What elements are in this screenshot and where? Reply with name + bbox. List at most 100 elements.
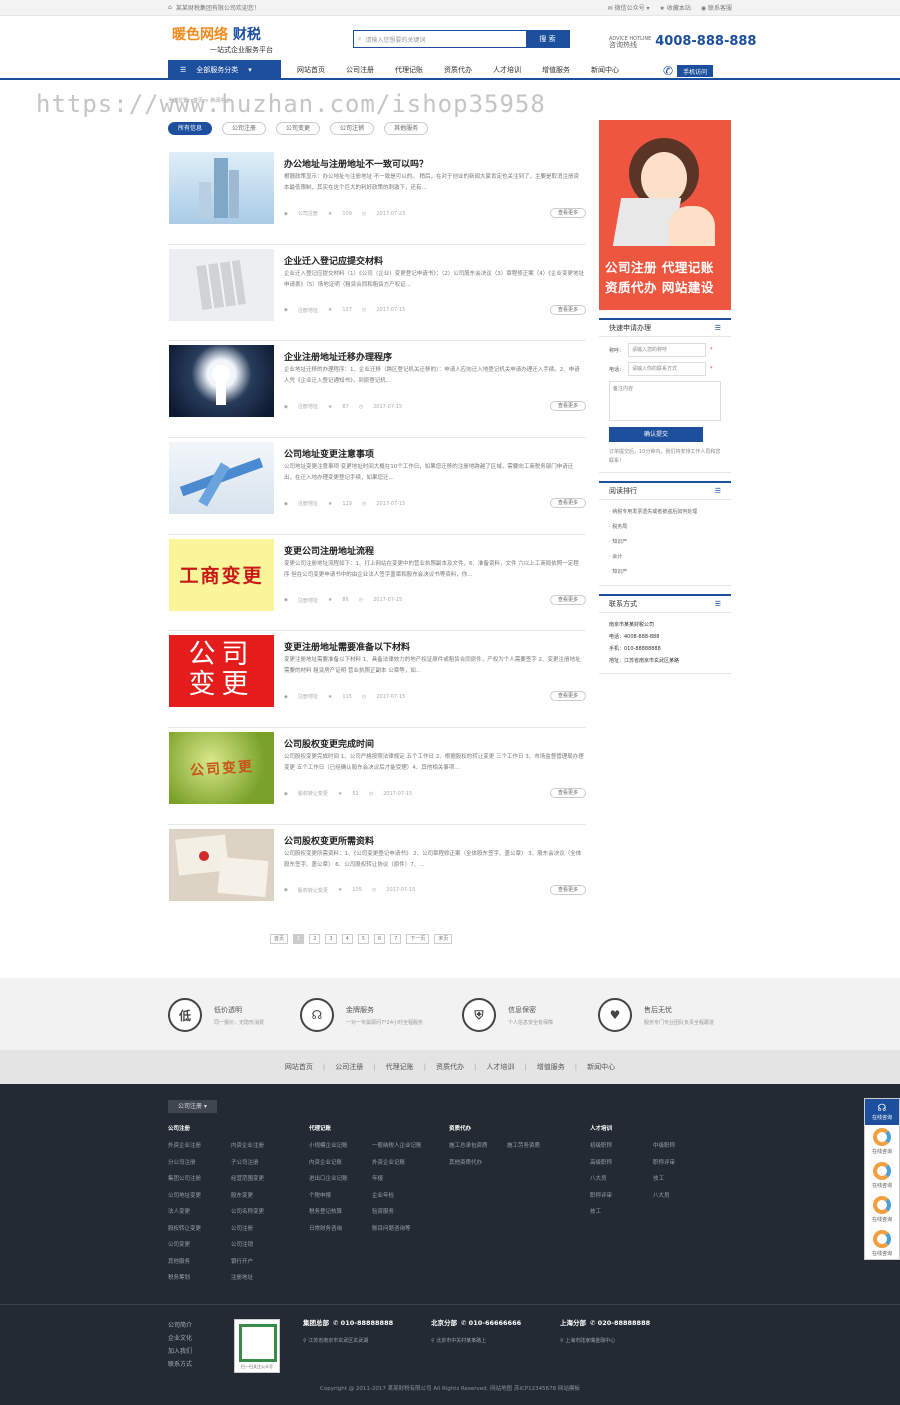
- footer-link[interactable]: 子公司注册: [231, 1155, 294, 1172]
- mobile-access[interactable]: ✆ 手机访问: [663, 64, 714, 78]
- note-textarea[interactable]: 备注内容: [609, 381, 721, 421]
- phone-input[interactable]: 请输入你的联系方式: [628, 362, 707, 376]
- nav-item-training[interactable]: 人才培训: [493, 65, 521, 75]
- service-banner[interactable]: 公司注册 代理记账 资质代办 网站建设: [599, 120, 731, 310]
- more-button[interactable]: 查看更多: [549, 304, 586, 315]
- nav-item-news[interactable]: 新闻中心: [591, 65, 619, 75]
- nav-item-home[interactable]: 网站首页: [297, 65, 325, 75]
- wechat-link[interactable]: ✉ 微信公众号 ▾: [608, 3, 650, 12]
- footer-link[interactable]: 税务登记核算: [309, 1204, 372, 1221]
- page-1[interactable]: 1: [293, 934, 305, 944]
- more-button[interactable]: 查看更多: [549, 498, 586, 509]
- filter-all[interactable]: 所有信息: [168, 122, 213, 135]
- footer-nav-item[interactable]: 增值服务: [537, 1062, 565, 1072]
- footer-link[interactable]: 公司名称变更: [231, 1204, 294, 1221]
- footer-nav-item[interactable]: 网站首页: [285, 1062, 313, 1072]
- search-button[interactable]: 搜 索: [526, 31, 569, 47]
- footer-about-link[interactable]: 公司简介: [168, 1319, 192, 1332]
- footer-link[interactable]: 一般纳税人企业记账: [372, 1138, 435, 1155]
- footer-nav-item[interactable]: 资质代办: [436, 1062, 464, 1072]
- search-input[interactable]: ⌕ 请输入您想要的关键词: [354, 31, 526, 47]
- footer-link[interactable]: 公司变更: [168, 1237, 231, 1254]
- page-2[interactable]: 2: [309, 934, 321, 944]
- footer-link[interactable]: 八大员: [590, 1171, 653, 1188]
- footer-join-link[interactable]: 加入我们: [168, 1345, 192, 1358]
- article-title[interactable]: 企业注册地址迁移办理程序: [284, 350, 392, 363]
- page-7[interactable]: 7: [390, 934, 402, 944]
- filter-register[interactable]: 公司注册: [222, 122, 267, 135]
- footer-link[interactable]: 股东变更: [231, 1188, 294, 1205]
- footer-link[interactable]: 企业年检: [372, 1188, 435, 1205]
- submit-button[interactable]: 确认提交: [609, 427, 703, 442]
- footer-link[interactable]: 技工: [590, 1204, 653, 1221]
- article-thumbnail[interactable]: 工商变更: [169, 538, 274, 611]
- page-next[interactable]: 下一页: [406, 934, 430, 944]
- footer-link[interactable]: 小规模企业记账: [309, 1138, 372, 1155]
- footer-contact-link[interactable]: 联系方式: [168, 1358, 192, 1371]
- more-button[interactable]: 查看更多: [549, 401, 586, 412]
- more-button[interactable]: 查看更多: [549, 594, 586, 605]
- footer-link[interactable]: 八大员: [653, 1188, 716, 1205]
- page-5[interactable]: 5: [357, 934, 369, 944]
- footer-link[interactable]: 个税申报: [309, 1188, 372, 1205]
- filter-cancel[interactable]: 公司注销: [330, 122, 375, 135]
- rank-item[interactable]: · 知识产: [609, 535, 721, 550]
- footer-link[interactable]: 注册地址: [231, 1270, 294, 1287]
- footer-link[interactable]: 分公司注册: [168, 1155, 231, 1172]
- rank-item[interactable]: · 纳税专用发票遗失或者被盗后如何处理: [609, 505, 721, 520]
- footer-link[interactable]: 外资企业记账: [372, 1155, 435, 1172]
- footer-link[interactable]: 技工: [653, 1171, 716, 1188]
- float-qq-1[interactable]: 在线咨询: [865, 1125, 899, 1159]
- article-thumbnail[interactable]: 公司变更: [169, 635, 274, 708]
- footer-link[interactable]: 其他服务: [168, 1254, 231, 1271]
- footer-link[interactable]: 其他资质代办: [449, 1155, 507, 1172]
- float-qq-4[interactable]: 在线咨询: [865, 1227, 899, 1261]
- footer-link[interactable]: 税务筹划: [168, 1270, 231, 1287]
- more-button[interactable]: 查看更多: [549, 884, 586, 895]
- footer-nav-item[interactable]: 公司注册: [335, 1062, 363, 1072]
- article-thumbnail[interactable]: [169, 442, 274, 515]
- page-first[interactable]: 首页: [270, 934, 289, 944]
- footer-link[interactable]: 日常财务咨询: [309, 1221, 372, 1238]
- logo[interactable]: 暖色网络 财税 一站式企业服务平台: [172, 24, 292, 56]
- footer-link[interactable]: 外资企业注册: [168, 1138, 231, 1155]
- footer-nav-item[interactable]: 代理记账: [386, 1062, 414, 1072]
- footer-link[interactable]: 中级职称: [653, 1138, 716, 1155]
- footer-link[interactable]: 职称评审: [653, 1155, 716, 1172]
- page-6[interactable]: 6: [373, 934, 386, 944]
- footer-link[interactable]: 银行开户: [231, 1254, 294, 1271]
- footer-tab[interactable]: 公司注册 ▾: [168, 1100, 217, 1113]
- footer-link[interactable]: 初级职称: [590, 1138, 653, 1155]
- page-3[interactable]: 3: [325, 934, 337, 944]
- rank-item[interactable]: · 税务局: [609, 520, 721, 535]
- footer-link[interactable]: 账目问题咨询等: [372, 1221, 435, 1238]
- article-thumbnail[interactable]: [169, 152, 274, 224]
- footer-link[interactable]: 内资企业记账: [309, 1155, 372, 1172]
- article-title[interactable]: 变更公司注册地址流程: [284, 544, 374, 557]
- article-thumbnail[interactable]: [169, 828, 274, 901]
- nav-item-register[interactable]: 公司注册: [346, 65, 374, 75]
- footer-link[interactable]: 集团公司注册: [168, 1171, 231, 1188]
- footer-link[interactable]: 公司注销: [231, 1237, 294, 1254]
- footer-link[interactable]: 公司注册: [231, 1221, 294, 1238]
- footer-link[interactable]: 公司地址变更: [168, 1188, 231, 1205]
- page-4[interactable]: 4: [341, 934, 353, 944]
- float-qq-3[interactable]: 在线咨询: [865, 1193, 899, 1227]
- article-title[interactable]: 公司股权变更完成时间: [284, 737, 374, 750]
- footer-link[interactable]: 年报: [372, 1171, 435, 1188]
- footer-nav-item[interactable]: 新闻中心: [587, 1062, 615, 1072]
- rank-item[interactable]: · 会计: [609, 550, 721, 565]
- footer-link[interactable]: 高级职称: [590, 1155, 653, 1172]
- favorite-link[interactable]: ★ 收藏本站: [660, 3, 691, 12]
- article-title[interactable]: 公司地址变更注意事项: [284, 447, 374, 460]
- footer-link[interactable]: 法人变更: [168, 1204, 231, 1221]
- article-thumbnail[interactable]: 公司变更: [169, 732, 274, 805]
- page-last[interactable]: 末页: [434, 934, 453, 944]
- article-thumbnail[interactable]: [169, 345, 274, 418]
- nav-item-qualification[interactable]: 资质代办: [444, 65, 472, 75]
- footer-link[interactable]: 施工总承包资质: [449, 1138, 507, 1155]
- name-input[interactable]: 请输入您的称呼: [628, 343, 707, 357]
- footer-link[interactable]: 职称评审: [590, 1188, 653, 1205]
- nav-item-bookkeeping[interactable]: 代理记账: [395, 65, 423, 75]
- footer-nav-item[interactable]: 人才培训: [486, 1062, 514, 1072]
